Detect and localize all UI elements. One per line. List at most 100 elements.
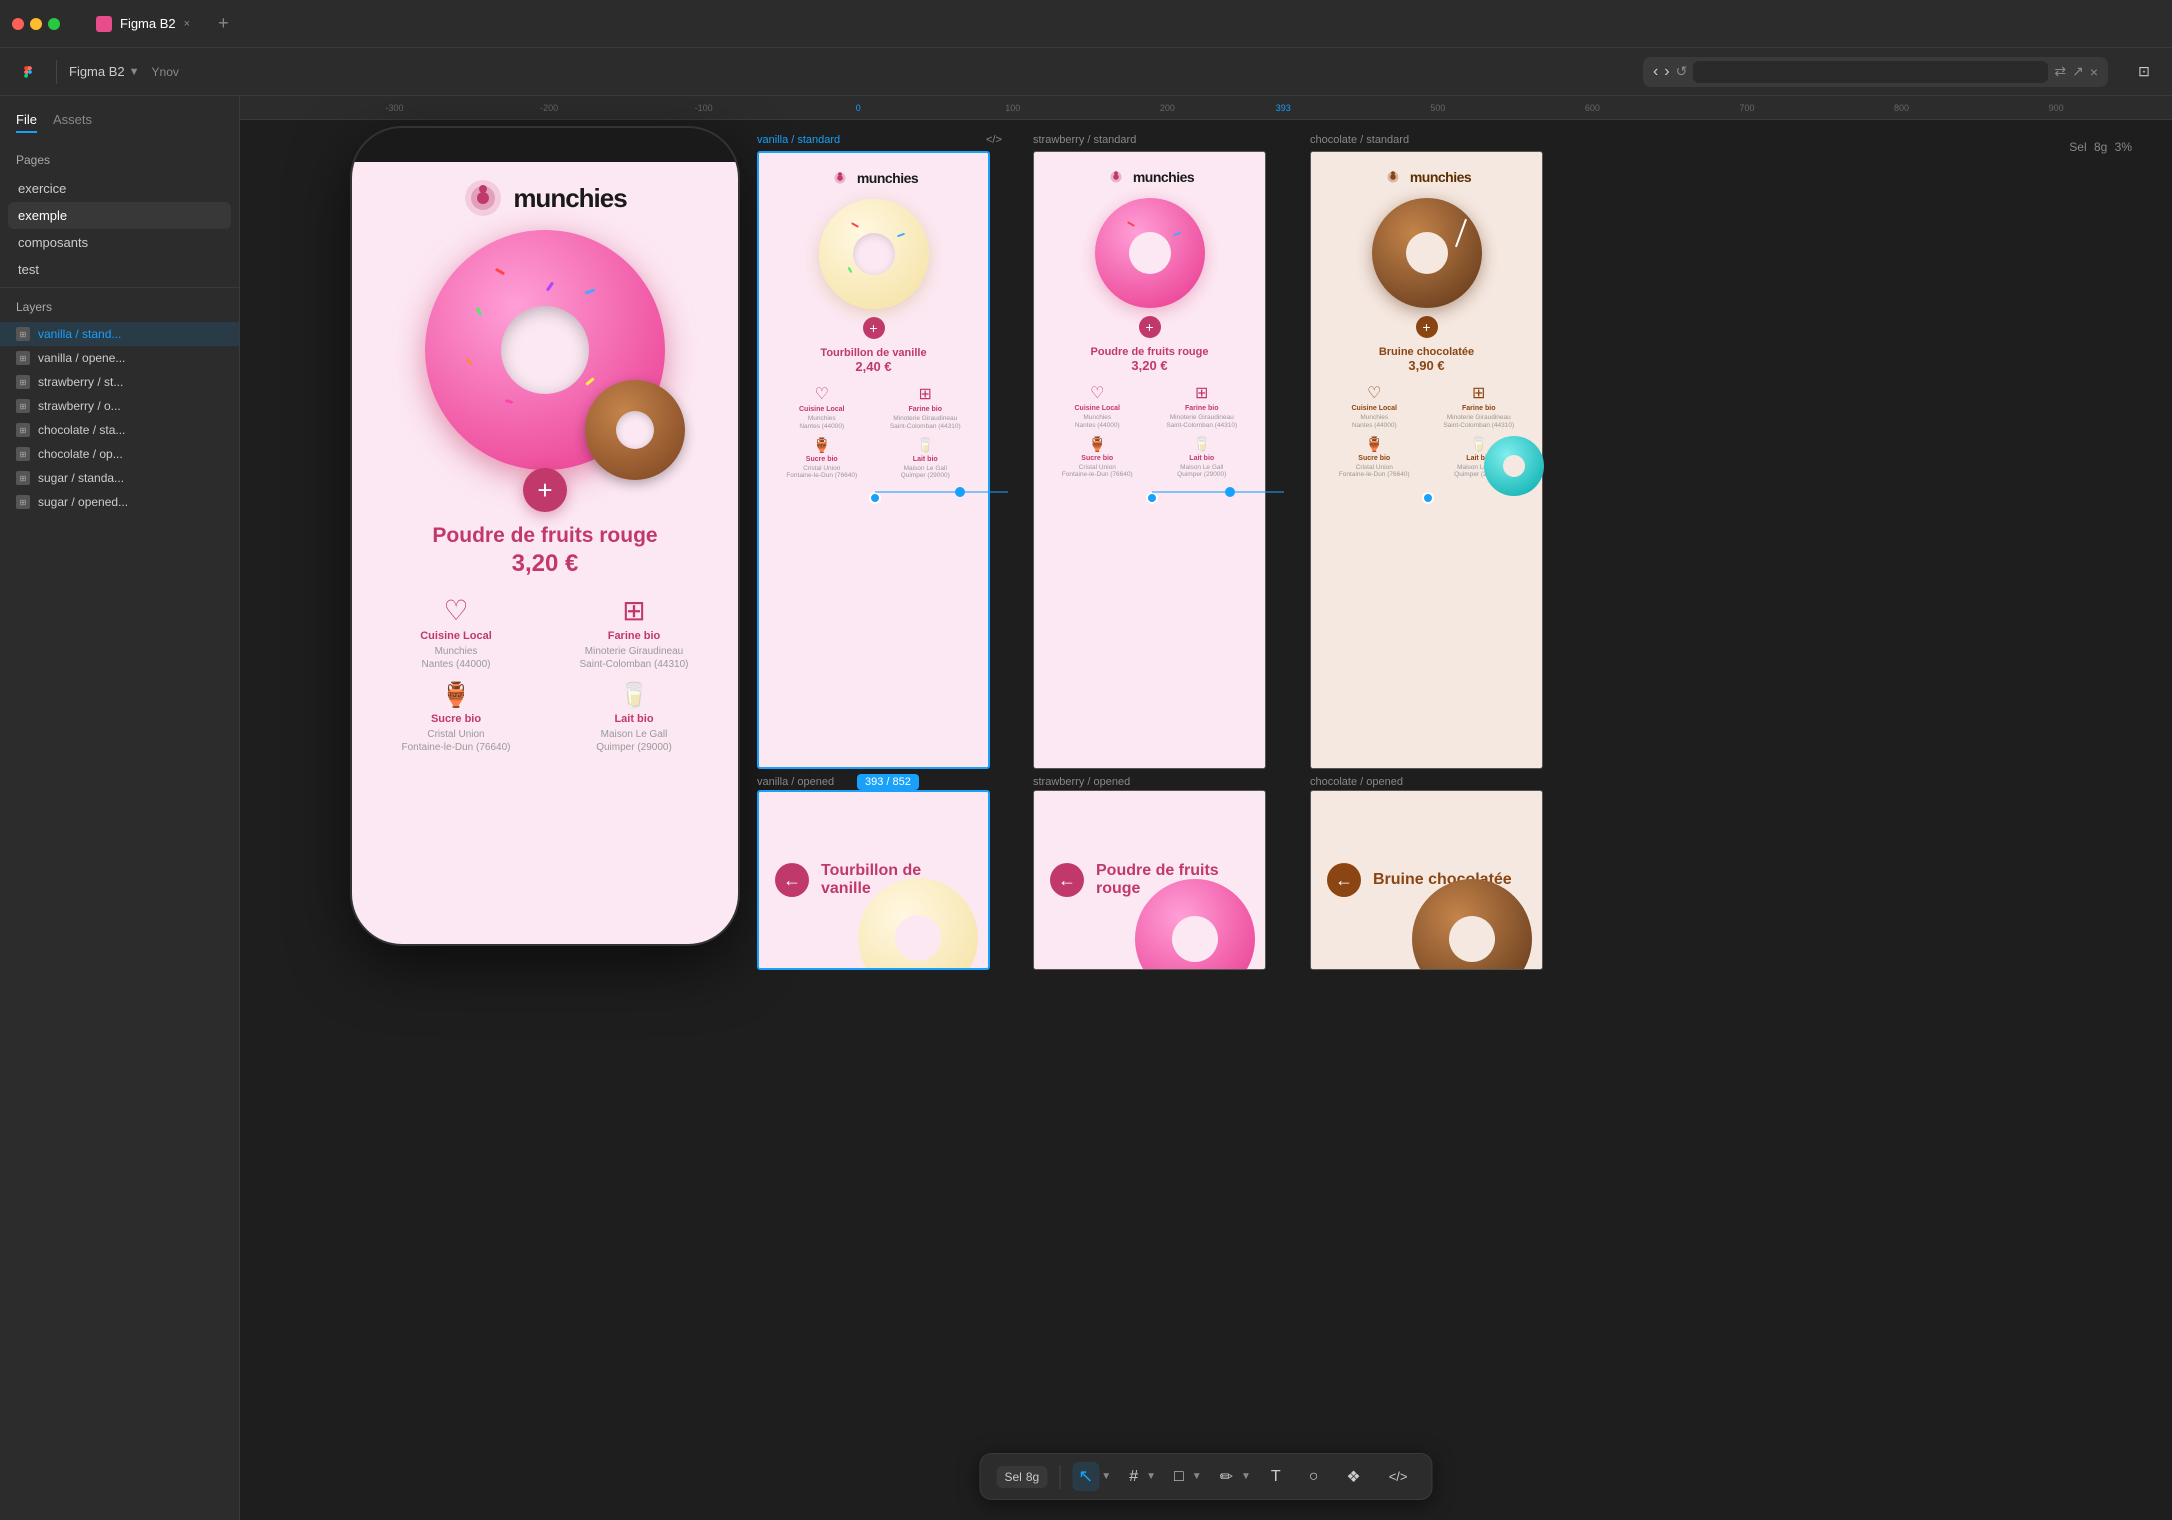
component-tool-icon: ❖ [1346, 1469, 1360, 1486]
layer-vanilla-std[interactable]: ⊞ vanilla / stand... [0, 322, 239, 346]
frame-strawberry-std[interactable]: munchies + Poudre de fruits rouge 3,20 €… [1033, 151, 1266, 769]
frame-vanilla-std[interactable]: munchies + Tourbillon de vanille 2,40 € [757, 151, 990, 769]
left-sidebar: File Assets Pages exercice exemple compo… [0, 96, 240, 1520]
project-name[interactable]: Figma B2 ▼ [69, 64, 140, 79]
connector-dot-choc [1422, 492, 1434, 504]
figma-tab-icon [96, 16, 112, 32]
turquoise-donut [1484, 436, 1544, 496]
page-item-exemple[interactable]: exemple [8, 202, 231, 229]
figma-toolbar: Figma B2 ▼ Ynov ‹ › ↺ ⇄ ↗ × ⊡ [0, 48, 2172, 96]
phone-mockup: munchies [350, 126, 740, 946]
lait-bio-icon: 🥛 [619, 681, 649, 710]
frame-vanilla-opened[interactable]: ← Tourbillon de vanille [757, 790, 990, 970]
layer-choc-std[interactable]: ⊞ chocolate / sta... [0, 418, 239, 442]
ellipse-tool-icon: ○ [1309, 1468, 1319, 1485]
back-btn-vanilla[interactable]: ← [775, 863, 809, 897]
phone-product-price: 3,20 € [512, 550, 579, 578]
choc-std-label: chocolate / standard [1310, 134, 1409, 146]
right-sel-info: Sel 8g 3% [2069, 140, 2132, 154]
layer-icon-2: ⊞ [16, 375, 30, 389]
choc-product-name: Bruine chocolatée [1379, 346, 1474, 358]
layer-strawberry-std[interactable]: ⊞ strawberry / st... [0, 370, 239, 394]
choc-opened-label: chocolate / opened [1310, 776, 1403, 788]
layer-vanilla-open[interactable]: ⊞ vanilla / opene... [0, 346, 239, 370]
page-item-composants[interactable]: composants [8, 229, 231, 256]
layer-icon-1: ⊞ [16, 351, 30, 365]
connector-dot-strawberry [1146, 492, 1158, 504]
page-item-exercice[interactable]: exercice [8, 175, 231, 202]
phone-notch [475, 128, 615, 162]
layer-sugar-open[interactable]: ⊞ sugar / opened... [0, 490, 239, 514]
cursor-icon: ↖ [1072, 1462, 1099, 1491]
tool-component[interactable]: ❖ [1338, 1463, 1368, 1491]
donut-hole [501, 306, 589, 394]
back-btn-choc[interactable]: ← [1327, 863, 1361, 897]
sel-indicator: Sel 8g [997, 1466, 1048, 1488]
tool-text[interactable]: T [1263, 1464, 1289, 1490]
layer-sugar-std[interactable]: ⊞ sugar / standa... [0, 466, 239, 490]
munchies-brand-text: munchies [513, 183, 626, 214]
browser-bar: Figma B2 × + [0, 0, 2172, 48]
tab-assets[interactable]: Assets [53, 108, 92, 133]
small-donut [585, 380, 685, 480]
frame-strawberry-opened[interactable]: ← Poudre de fruits rouge [1033, 790, 1266, 970]
ingredient-farine-bio: ⊞ Farine bio Minoterie GiraudineauSaint-… [550, 594, 718, 671]
figma-tab[interactable]: Figma B2 × [80, 10, 206, 38]
vanilla-std-code-icon: </> [986, 134, 1002, 146]
frame-choc-opened[interactable]: ← Bruine chocolatée [1310, 790, 1543, 970]
tool-ellipse[interactable]: ○ [1301, 1464, 1327, 1490]
strawberry-add-btn[interactable]: + [1139, 316, 1161, 338]
figma-tab-close[interactable]: × [184, 18, 190, 30]
forward-nav-btn[interactable]: › [1664, 63, 1669, 81]
layer-icon-4: ⊞ [16, 423, 30, 437]
rect-chevron: ▼ [1192, 1471, 1202, 1482]
dim-badge-text: 393 / 852 [857, 774, 919, 790]
browser-tabs: Figma B2 × + [80, 10, 229, 38]
tool-frame[interactable]: # ▼ [1123, 1464, 1156, 1490]
main-layout: File Assets Pages exercice exemple compo… [0, 96, 2172, 1520]
back-btn-strawberry[interactable]: ← [1050, 863, 1084, 897]
canvas-area[interactable]: -300 -200 -100 0 100 200 393 500 600 700… [240, 96, 2172, 1520]
page-item-test[interactable]: test [8, 256, 231, 283]
vanilla-add-btn[interactable]: + [863, 317, 885, 339]
pages-section-title: Pages [0, 145, 239, 171]
strawberry-price: 3,20 € [1131, 358, 1167, 373]
url-bar[interactable] [1693, 61, 2048, 83]
tool-code[interactable]: </> [1381, 1465, 1416, 1488]
new-tab-btn[interactable]: + [218, 13, 229, 34]
layer-icon-5: ⊞ [16, 447, 30, 461]
figma-logo[interactable] [12, 56, 44, 88]
refresh-nav-btn[interactable]: ↺ [1676, 63, 1688, 80]
sucre-bio-icon: 🏺 [441, 681, 471, 710]
maximize-window-btn[interactable] [48, 18, 60, 30]
choc-add-btn[interactable]: + [1416, 316, 1438, 338]
layer-choc-open[interactable]: ⊞ chocolate / op... [0, 442, 239, 466]
user-info: Ynov [152, 65, 179, 79]
close-window-btn[interactable] [12, 18, 24, 30]
frame-tool-icon: # [1123, 1464, 1144, 1490]
ingredient-lait-bio: 🥛 Lait bio Maison Le GallQuimper (29000) [550, 681, 718, 754]
tool-pen[interactable]: ✏ ▼ [1214, 1463, 1251, 1491]
layer-icon-0: ⊞ [16, 327, 30, 341]
tune-btn[interactable]: ⇄ [2054, 63, 2066, 80]
tab-file[interactable]: File [16, 108, 37, 133]
rect-tool-icon: □ [1168, 1464, 1190, 1490]
tool-rect[interactable]: □ ▼ [1168, 1464, 1202, 1490]
tool-cursor[interactable]: ↖ ▼ [1072, 1462, 1111, 1491]
layer-icon-7: ⊞ [16, 495, 30, 509]
phone-ingredients-grid: ♡ Cuisine Local MunchiesNantes (44000) ⊞… [372, 594, 718, 754]
farine-bio-icon: ⊞ [622, 594, 645, 627]
close-panel-btn[interactable]: × [2090, 64, 2098, 80]
layer-icon-6: ⊞ [16, 471, 30, 485]
sidebar-tabs: File Assets [0, 96, 239, 145]
view-toggle: ⊡ [2128, 56, 2160, 88]
layout-toggle-btn[interactable]: ⊡ [2128, 56, 2160, 88]
layers-section: Layers ⊞ vanilla / stand... ⊞ vanilla / … [0, 287, 239, 1520]
layer-strawberry-open[interactable]: ⊞ strawberry / o... [0, 394, 239, 418]
minimize-window-btn[interactable] [30, 18, 42, 30]
cursor-chevron: ▼ [1101, 1471, 1111, 1482]
phone-add-btn[interactable]: + [523, 468, 567, 512]
back-nav-btn[interactable]: ‹ [1653, 63, 1658, 81]
external-link-btn[interactable]: ↗ [2072, 63, 2084, 80]
phone-product-name: Poudre de fruits rouge [432, 524, 657, 548]
